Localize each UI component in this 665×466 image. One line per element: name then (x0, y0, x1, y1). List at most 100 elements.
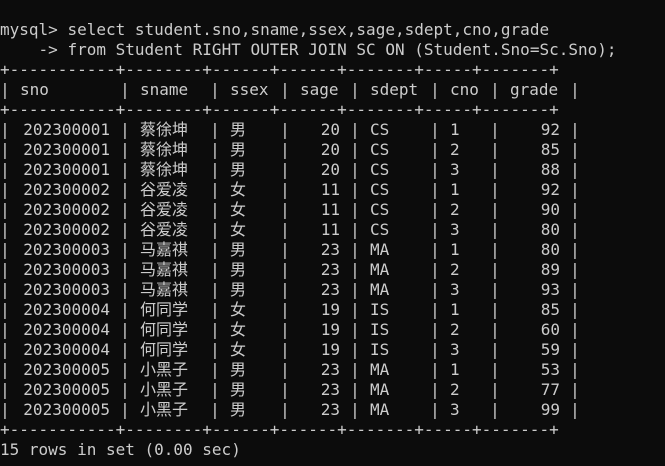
table-cell-sname: 何同学 (140, 300, 189, 319)
table-cell-ssex: 男 (230, 240, 247, 259)
table-cell-sno: 202300001 (23, 140, 110, 159)
table-cell-sname: 小黑子 (140, 400, 189, 419)
table-cell-sno: 202300001 (23, 160, 110, 179)
table-cell-sdept: CS (370, 200, 390, 219)
table-border-top: +-----------+--------+------+------+----… (0, 60, 559, 79)
header-border-6: | (490, 80, 500, 99)
table-cell-sdept: MA (370, 260, 390, 279)
table-cell-sno: 202300005 (23, 360, 110, 379)
table-cell-grade: 59 (540, 340, 560, 359)
table-cell-ssex: 女 (230, 340, 247, 359)
table-cell-sname: 蔡徐坤 (140, 120, 189, 139)
table-cell-sdept: CS (370, 120, 390, 139)
table-cell-cno: 3 (450, 340, 460, 359)
body-border-1: | | | | | | | | | | | | | | | (120, 120, 130, 419)
table-cell-grade: 89 (540, 260, 560, 279)
table-cell-grade: 53 (540, 360, 560, 379)
header-border-0: | (0, 80, 10, 99)
table-cell-sdept: CS (370, 160, 390, 179)
table-cell-cno: 2 (450, 380, 460, 399)
table-cell-sage: 20 (320, 160, 340, 179)
body-border-3: | | | | | | | | | | | | | | | (280, 120, 290, 419)
column-header-grade: grade (510, 80, 559, 99)
body-border-5: | | | | | | | | | | | | | | | (430, 120, 440, 419)
terminal-window[interactable]: mysql> select student.sno,sname,ssex,sag… (0, 0, 665, 466)
body-border-4: | | | | | | | | | | | | | | | (350, 120, 360, 419)
table-cell-ssex: 女 (230, 320, 247, 339)
table-cell-sno: 202300004 (23, 320, 110, 339)
table-cell-ssex: 男 (230, 400, 247, 419)
table-cell-cno: 1 (450, 360, 460, 379)
table-cell-sdept: CS (370, 140, 390, 159)
table-cell-ssex: 男 (230, 120, 247, 139)
table-cell-sdept: CS (370, 220, 390, 239)
table-cell-sname: 蔡徐坤 (140, 160, 189, 179)
header-border-4: | (350, 80, 360, 99)
table-cell-sage: 19 (320, 340, 340, 359)
column-header-sage: sage (300, 80, 339, 99)
table-cell-sno: 202300003 (23, 260, 110, 279)
table-cell-sno: 202300002 (23, 220, 110, 239)
table-cell-ssex: 男 (230, 160, 247, 179)
header-border-2: | (210, 80, 220, 99)
table-cell-sage: 23 (320, 400, 340, 419)
query-line-2: from Student RIGHT OUTER JOIN SC ON (Stu… (67, 40, 617, 59)
table-cell-sdept: IS (370, 340, 390, 359)
table-cell-sno: 202300005 (23, 380, 110, 399)
table-cell-sdept: IS (370, 320, 390, 339)
table-cell-grade: 77 (540, 380, 560, 399)
table-cell-cno: 2 (450, 140, 460, 159)
column-header-sname: sname (140, 80, 189, 99)
table-cell-sno: 202300003 (23, 240, 110, 259)
table-cell-ssex: 男 (230, 380, 247, 399)
table-cell-sage: 20 (320, 120, 340, 139)
table-cell-sname: 蔡徐坤 (140, 140, 189, 159)
table-cell-sname: 何同学 (140, 320, 189, 339)
table-cell-sno: 202300002 (23, 180, 110, 199)
table-cell-grade: 99 (540, 400, 560, 419)
result-table: +-----------+--------+------+------+----… (0, 60, 580, 440)
table-cell-cno: 1 (450, 180, 460, 199)
header-border-5: | (430, 80, 440, 99)
table-cell-sname: 马嘉祺 (140, 240, 189, 259)
table-cell-sno: 202300002 (23, 200, 110, 219)
table-cell-sdept: IS (370, 300, 390, 319)
header-border-1: | (120, 80, 130, 99)
table-cell-sname: 小黑子 (140, 360, 189, 379)
table-cell-ssex: 女 (230, 300, 247, 319)
table-cell-sage: 23 (320, 380, 340, 399)
table-cell-sname: 何同学 (140, 340, 189, 359)
header-border-3: | (280, 80, 290, 99)
table-cell-sage: 23 (320, 280, 340, 299)
table-cell-cno: 1 (450, 300, 460, 319)
table-cell-grade: 88 (540, 160, 560, 179)
query-line-1: select student.sno,sname,ssex,sage,sdept… (67, 20, 550, 39)
continuation-prompt: -> (38, 40, 58, 59)
table-cell-ssex: 女 (230, 200, 247, 219)
table-cell-grade: 93 (540, 280, 560, 299)
table-cell-sname: 小黑子 (140, 380, 189, 399)
table-cell-sno: 202300004 (23, 300, 110, 319)
mysql-prompt: mysql> (0, 20, 58, 39)
table-cell-sage: 23 (320, 240, 340, 259)
table-cell-sno: 202300001 (23, 120, 110, 139)
table-cell-grade: 90 (540, 200, 560, 219)
table-cell-ssex: 男 (230, 360, 247, 379)
body-border-0: | | | | | | | | | | | | | | | (0, 120, 10, 419)
table-cell-cno: 3 (450, 160, 460, 179)
table-cell-cno: 2 (450, 200, 460, 219)
table-cell-grade: 60 (540, 320, 560, 339)
table-cell-sage: 11 (320, 200, 340, 219)
table-cell-sage: 20 (320, 140, 340, 159)
table-cell-sdept: MA (370, 240, 390, 259)
table-cell-ssex: 男 (230, 140, 247, 159)
table-cell-sage: 11 (320, 220, 340, 239)
table-cell-ssex: 男 (230, 280, 247, 299)
table-cell-ssex: 男 (230, 260, 247, 279)
table-cell-grade: 92 (540, 120, 560, 139)
table-cell-grade: 85 (540, 140, 560, 159)
table-cell-grade: 80 (540, 220, 560, 239)
table-cell-sname: 马嘉祺 (140, 260, 189, 279)
table-cell-sname: 马嘉祺 (140, 280, 189, 299)
table-cell-sname: 谷爱凌 (140, 200, 189, 219)
